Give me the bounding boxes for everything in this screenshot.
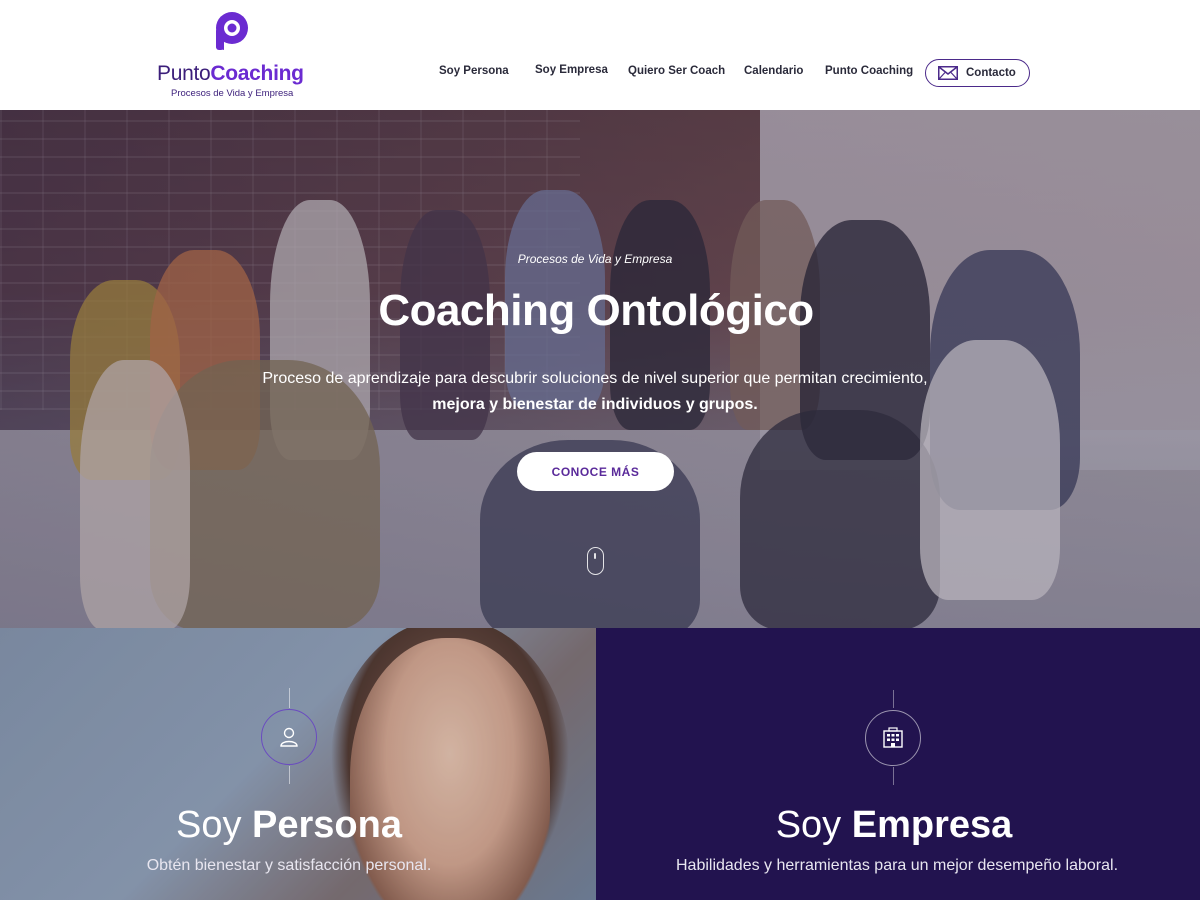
- envelope-icon: [938, 66, 958, 80]
- contact-button[interactable]: Contacto: [925, 59, 1030, 87]
- person-icon: [280, 727, 298, 747]
- logo-tagline: Procesos de Vida y Empresa: [171, 88, 294, 99]
- divider-line: [289, 688, 290, 708]
- hero-title: Coaching Ontológico: [378, 286, 814, 335]
- contact-button-label: Contacto: [966, 67, 1016, 79]
- divider-line: [893, 767, 894, 785]
- nav-item-quiero-ser-coach[interactable]: Quiero Ser Coach: [628, 65, 725, 77]
- hero-kicker: Procesos de Vida y Empresa: [517, 252, 673, 266]
- site-header: PuntoCoaching Procesos de Vida y Empresa…: [0, 0, 1200, 110]
- panel-empresa-title: Soy Empresa: [775, 804, 1013, 846]
- logo-wordmark: PuntoCoaching: [157, 62, 304, 85]
- panel-persona-title: Soy Persona: [175, 804, 402, 846]
- nav-item-soy-persona[interactable]: Soy Persona: [439, 65, 509, 77]
- nav-item-soy-empresa[interactable]: Soy Empresa: [535, 64, 608, 76]
- panel-soy-empresa[interactable]: Soy Empresa Habilidades y herramientas p…: [596, 628, 1200, 900]
- conoce-mas-button[interactable]: CONOCE MÁS: [517, 452, 674, 491]
- panel-empresa-subtitle: Habilidades y herramientas para un mejor…: [675, 857, 1119, 874]
- building-icon-ring: [865, 710, 921, 766]
- logo[interactable]: PuntoCoaching Procesos de Vida y Empresa: [157, 8, 307, 100]
- hero-description-line1: Proceso de aprendizaje para descubrir so…: [262, 370, 928, 387]
- mouse-scroll-icon[interactable]: [587, 547, 604, 575]
- logo-mark-icon: [216, 12, 248, 50]
- hero-description-line2: mejora y bienestar de individuos y grupo…: [432, 396, 758, 413]
- divider-line: [289, 766, 290, 784]
- hero-description: Proceso de aprendizaje para descubrir so…: [220, 366, 970, 418]
- panel-persona-subtitle: Obtén bienestar y satisfacción personal.: [146, 857, 432, 874]
- nav-item-punto-coaching[interactable]: Punto Coaching: [825, 65, 913, 77]
- panel-soy-persona[interactable]: Soy Persona Obtén bienestar y satisfacci…: [0, 628, 596, 900]
- hero-section: Procesos de Vida y Empresa Coaching Onto…: [0, 110, 1200, 628]
- nav-item-calendario[interactable]: Calendario: [744, 65, 803, 77]
- divider-line: [893, 690, 894, 708]
- building-icon: [883, 727, 903, 748]
- person-icon-ring: [261, 709, 317, 765]
